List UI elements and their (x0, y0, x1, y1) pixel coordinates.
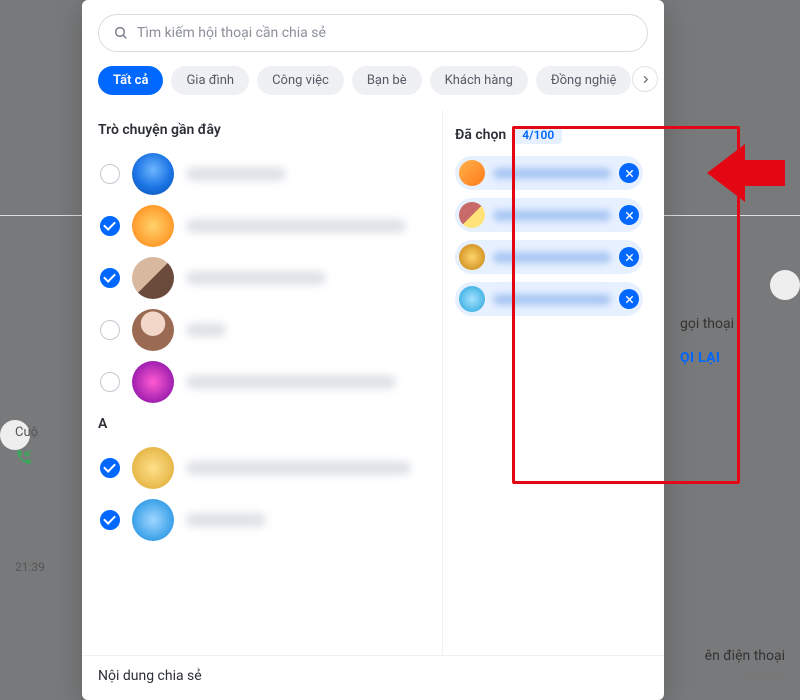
tab-customers[interactable]: Khách hàng (430, 66, 528, 95)
close-icon (624, 168, 635, 179)
avatar (132, 257, 174, 299)
tab-family[interactable]: Gia đình (171, 66, 249, 95)
selected-count: 4/100 (514, 126, 562, 144)
search-icon (113, 25, 129, 41)
tab-all[interactable]: Tất cả (98, 66, 163, 95)
section-letter-a: A (98, 416, 432, 432)
search-field[interactable] (98, 14, 648, 52)
avatar (132, 499, 174, 541)
search-input[interactable] (137, 25, 633, 41)
item-name (186, 323, 226, 337)
chip-name (493, 294, 611, 305)
avatar (132, 153, 174, 195)
chip-avatar (459, 160, 485, 186)
item-name (186, 271, 326, 285)
avatar (132, 205, 174, 247)
selected-label: Đã chọn (455, 127, 506, 143)
tab-friends[interactable]: Bạn bè (352, 66, 422, 95)
chevron-right-icon (640, 74, 651, 85)
selected-chip (455, 198, 643, 232)
checkbox[interactable] (100, 372, 120, 392)
bg-call-text: gọi thoại (680, 316, 800, 332)
list-item[interactable] (98, 200, 432, 252)
chip-name (493, 252, 611, 263)
chip-remove[interactable] (619, 205, 639, 225)
tabs-scroll-right[interactable] (632, 66, 658, 92)
bg-bottom-right: ên điện thoại Đã xem (705, 648, 785, 682)
share-dialog: Tất cả Gia đình Công việc Bạn bè Khách h… (82, 0, 664, 700)
checkbox[interactable] (100, 216, 120, 236)
item-name (186, 513, 266, 527)
item-name (186, 219, 406, 233)
chip-name (493, 210, 611, 221)
checkbox[interactable] (100, 458, 120, 478)
list-item[interactable] (98, 304, 432, 356)
bg-call-avatar (770, 270, 800, 300)
checkbox[interactable] (100, 510, 120, 530)
chip-remove[interactable] (619, 247, 639, 267)
section-recent: Trò chuyện gần đây (98, 122, 432, 138)
bg-bottom-msg: ên điện thoại (705, 648, 785, 664)
avatar (132, 309, 174, 351)
close-icon (624, 294, 635, 305)
chip-avatar (459, 202, 485, 228)
item-name (186, 375, 396, 389)
chip-avatar (459, 286, 485, 312)
filter-tabs: Tất cả Gia đình Công việc Bạn bè Khách h… (82, 62, 664, 109)
close-icon (624, 252, 635, 263)
close-icon (624, 210, 635, 221)
list-item[interactable] (98, 442, 432, 494)
selected-chip (455, 240, 643, 274)
chip-avatar (459, 244, 485, 270)
selected-chip (455, 282, 643, 316)
conversation-list[interactable]: Trò chuyện gần đây (82, 110, 442, 655)
share-content-label: Nội dung chia sẻ (82, 655, 664, 700)
bg-bottom-seen: Đã xem (705, 668, 785, 682)
selected-chip (455, 156, 643, 190)
item-name (186, 461, 411, 475)
bg-time: 21:39 (15, 560, 45, 574)
phone-incoming-icon (15, 448, 33, 466)
chip-name (493, 168, 611, 179)
tab-work[interactable]: Công việc (257, 66, 344, 95)
list-item[interactable] (98, 148, 432, 200)
bg-left-panel: Cuộ 21:39 (15, 425, 45, 574)
chip-remove[interactable] (619, 289, 639, 309)
list-item[interactable] (98, 252, 432, 304)
highlight-arrow (707, 140, 785, 206)
checkbox[interactable] (100, 320, 120, 340)
avatar (132, 361, 174, 403)
item-name (186, 167, 286, 181)
selected-panel: Đã chọn 4/100 (442, 110, 664, 655)
tab-colleagues[interactable]: Đồng nghiệ (536, 66, 632, 95)
bg-callback-button[interactable]: ỌI LẠI (680, 350, 800, 366)
chip-remove[interactable] (619, 163, 639, 183)
checkbox[interactable] (100, 268, 120, 288)
list-item[interactable] (98, 494, 432, 546)
avatar (132, 447, 174, 489)
list-item[interactable] (98, 356, 432, 408)
checkbox[interactable] (100, 164, 120, 184)
bg-right-panel: gọi thoại ỌI LẠI (680, 260, 800, 376)
bg-convo-label: Cuộ (15, 425, 45, 440)
